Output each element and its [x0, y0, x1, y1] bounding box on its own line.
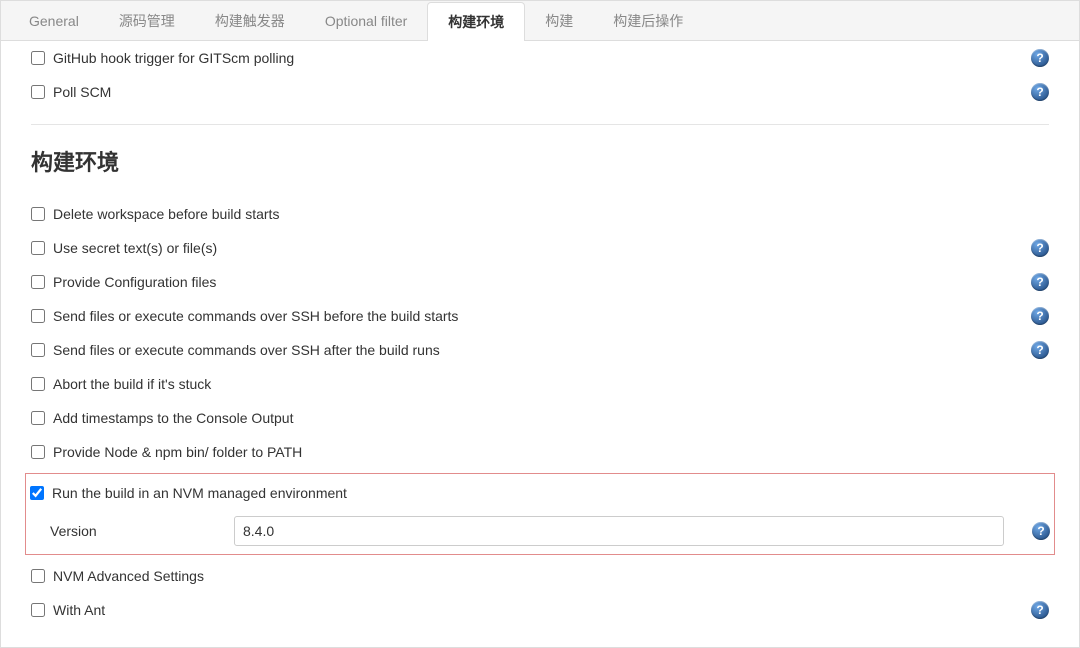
tab-build-env[interactable]: 构建环境 — [427, 2, 525, 41]
env-ssh-after-label: Send files or execute commands over SSH … — [53, 342, 440, 358]
section-title-build-env: 构建环境 — [31, 145, 1049, 177]
config-tabs: General 源码管理 构建触发器 Optional filter 构建环境 … — [1, 1, 1079, 41]
env-config-files-row: Provide Configuration files ? — [31, 265, 1049, 299]
env-with-ant-checkbox[interactable] — [31, 603, 45, 617]
help-icon[interactable]: ? — [1032, 522, 1050, 540]
env-timestamps-label: Add timestamps to the Console Output — [53, 410, 293, 426]
env-node-path-row: Provide Node & npm bin/ folder to PATH — [31, 435, 1049, 469]
env-ssh-before-label: Send files or execute commands over SSH … — [53, 308, 458, 324]
env-nvm-label: Run the build in an NVM managed environm… — [52, 485, 347, 501]
nvm-version-row: Version ? — [30, 510, 1050, 548]
env-secret-row: Use secret text(s) or file(s) ? — [31, 231, 1049, 265]
env-with-ant-row: With Ant ? — [31, 593, 1049, 627]
env-nvm-checkbox[interactable] — [30, 486, 44, 500]
tab-build[interactable]: 构建 — [525, 1, 593, 40]
tab-post-build[interactable]: 构建后操作 — [593, 1, 703, 40]
env-secret-label: Use secret text(s) or file(s) — [53, 240, 217, 256]
section-divider — [31, 124, 1049, 125]
nvm-version-input[interactable] — [234, 516, 1004, 546]
env-ssh-before-row: Send files or execute commands over SSH … — [31, 299, 1049, 333]
env-timestamps-row: Add timestamps to the Console Output — [31, 401, 1049, 435]
env-delete-workspace-label: Delete workspace before build starts — [53, 206, 279, 222]
tab-triggers[interactable]: 构建触发器 — [195, 1, 305, 40]
trigger-poll-scm-checkbox[interactable] — [31, 85, 45, 99]
env-abort-label: Abort the build if it's stuck — [53, 376, 211, 392]
env-config-files-checkbox[interactable] — [31, 275, 45, 289]
trigger-github-hook-checkbox[interactable] — [31, 51, 45, 65]
env-node-path-checkbox[interactable] — [31, 445, 45, 459]
env-abort-checkbox[interactable] — [31, 377, 45, 391]
help-icon[interactable]: ? — [1031, 239, 1049, 257]
env-abort-row: Abort the build if it's stuck — [31, 367, 1049, 401]
env-ssh-after-checkbox[interactable] — [31, 343, 45, 357]
env-nvm-advanced-checkbox[interactable] — [31, 569, 45, 583]
env-ssh-after-row: Send files or execute commands over SSH … — [31, 333, 1049, 367]
env-ssh-before-checkbox[interactable] — [31, 309, 45, 323]
help-icon[interactable]: ? — [1031, 273, 1049, 291]
env-config-files-label: Provide Configuration files — [53, 274, 216, 290]
nvm-version-label: Version — [50, 523, 220, 539]
trigger-poll-scm-row: Poll SCM ? — [31, 75, 1049, 109]
trigger-github-hook-row: GitHub hook trigger for GITScm polling ? — [31, 41, 1049, 75]
env-nvm-row: Run the build in an NVM managed environm… — [30, 476, 1050, 510]
env-nvm-advanced-label: NVM Advanced Settings — [53, 568, 204, 584]
help-icon[interactable]: ? — [1031, 341, 1049, 359]
help-icon[interactable]: ? — [1031, 49, 1049, 67]
tab-optional-filter[interactable]: Optional filter — [305, 1, 427, 40]
env-delete-workspace-row: Delete workspace before build starts — [31, 197, 1049, 231]
tab-scm[interactable]: 源码管理 — [99, 1, 195, 40]
help-icon[interactable]: ? — [1031, 83, 1049, 101]
trigger-github-hook-label: GitHub hook trigger for GITScm polling — [53, 50, 294, 66]
tab-general[interactable]: General — [9, 1, 99, 40]
trigger-poll-scm-label: Poll SCM — [53, 84, 111, 100]
env-node-path-label: Provide Node & npm bin/ folder to PATH — [53, 444, 302, 460]
env-nvm-advanced-row: NVM Advanced Settings — [31, 559, 1049, 593]
help-icon[interactable]: ? — [1031, 307, 1049, 325]
env-delete-workspace-checkbox[interactable] — [31, 207, 45, 221]
nvm-highlight-box: Run the build in an NVM managed environm… — [25, 473, 1055, 555]
env-with-ant-label: With Ant — [53, 602, 105, 618]
env-secret-checkbox[interactable] — [31, 241, 45, 255]
env-timestamps-checkbox[interactable] — [31, 411, 45, 425]
